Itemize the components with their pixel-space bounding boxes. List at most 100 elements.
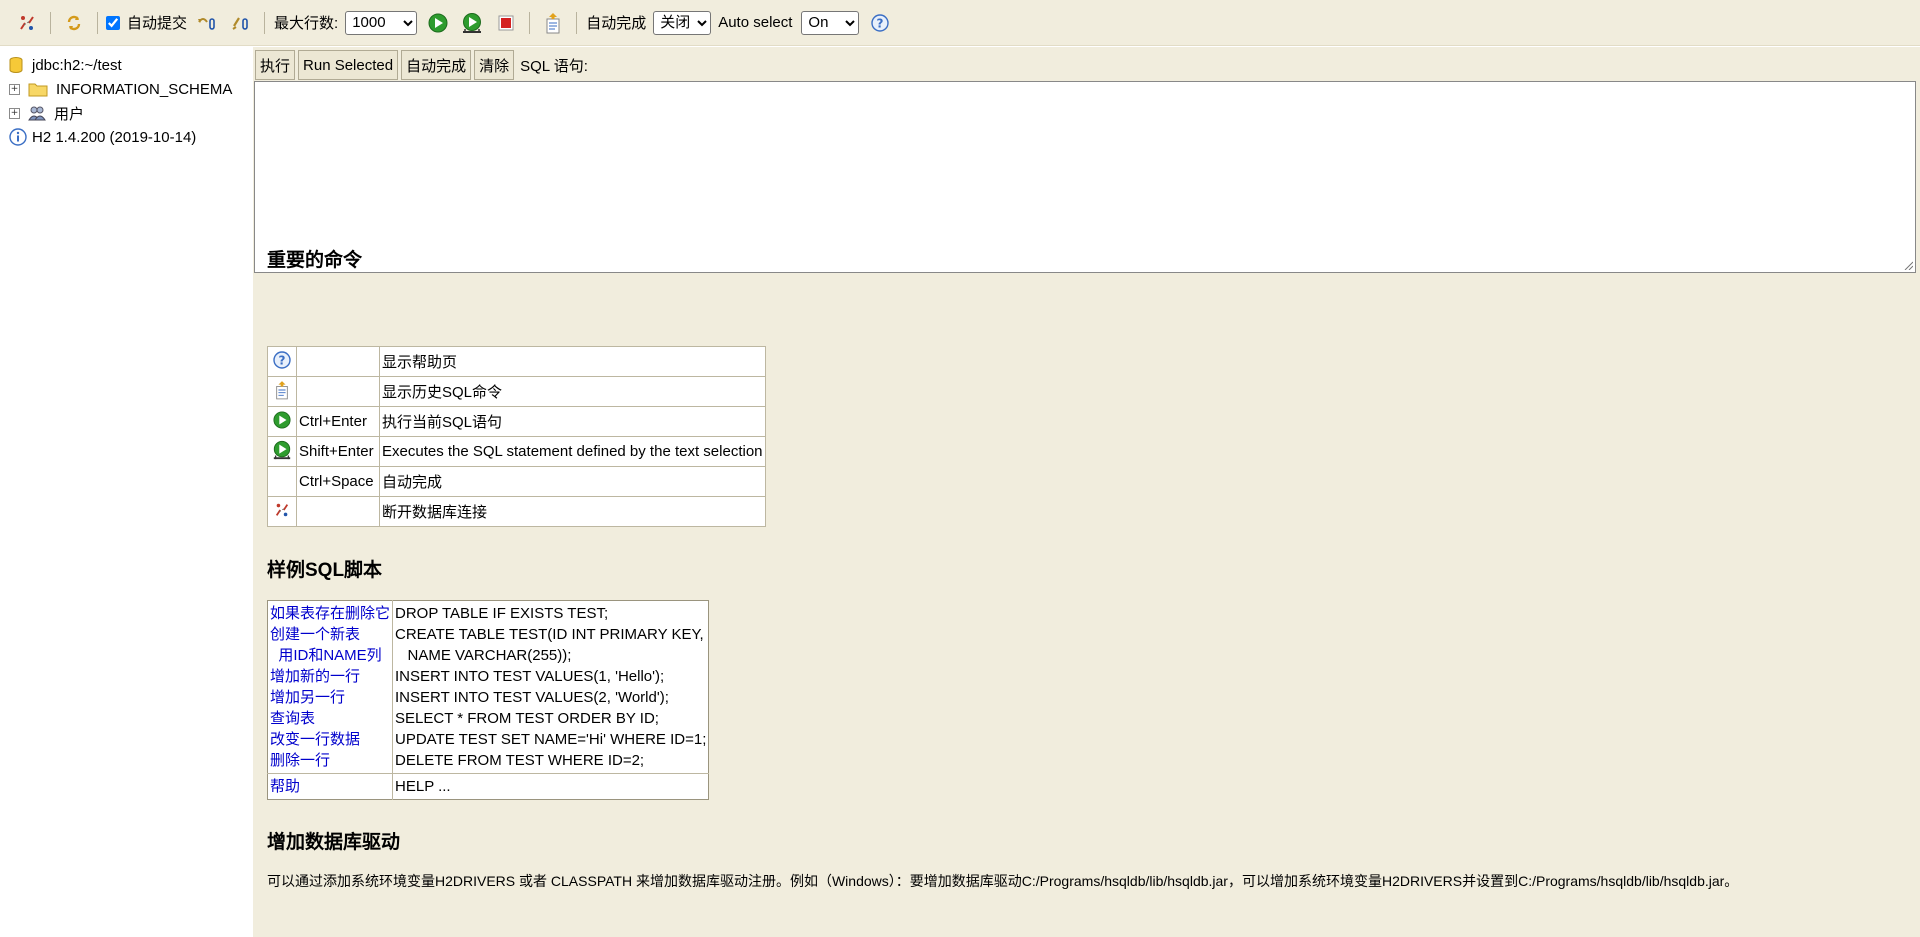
autocommit-checkbox[interactable] [106, 15, 120, 30]
table-row: Shift+Enter Executes the SQL statement d… [267, 436, 766, 467]
sample-link[interactable]: 增加另一行 [270, 687, 390, 708]
autocomplete-button[interactable]: 自动完成 [401, 50, 472, 80]
drivers-text: 可以通过添加系统环境变量H2DRIVERS 或者 CLASSPATH 来增加数据… [267, 873, 1739, 889]
tree-item-users[interactable]: + 用户 [9, 102, 84, 124]
sql-label: SQL 语句: [520, 57, 588, 75]
tree-item-version: H2 1.4.200 (2019-10-14) [9, 126, 196, 148]
main-panel: 执行 Run Selected 自动完成 清除 SQL 语句: 重要的命令 ? … [253, 47, 1920, 937]
history-icon[interactable] [274, 380, 290, 400]
tree-item-schema[interactable]: + INFORMATION_SCHEMA [9, 78, 232, 100]
autoselect-label: Auto select [718, 14, 793, 31]
sample-link[interactable]: 用ID和NAME列 [270, 645, 390, 666]
users-label: 用户 [54, 105, 85, 123]
sample-link[interactable]: 创建一个新表 [270, 624, 390, 645]
cmd-key [296, 496, 380, 527]
sample-link[interactable]: 如果表存在删除它 [270, 603, 390, 624]
sample-link[interactable]: 删除一行 [270, 750, 390, 771]
table-row: 帮助 HELP ... [267, 773, 709, 800]
help-sql: HELP ... [395, 778, 451, 795]
help-label-cell: 帮助 [267, 773, 394, 800]
cmd-icon-cell [267, 376, 297, 407]
toolbar-separator [264, 11, 266, 34]
toolbar-separator [576, 11, 578, 34]
run-icon[interactable] [427, 12, 449, 34]
history-icon[interactable] [542, 12, 564, 34]
table-row: 断开数据库连接 [267, 496, 766, 527]
refresh-icon[interactable] [63, 12, 85, 34]
run-selected-button[interactable]: Run Selected [298, 50, 399, 80]
expand-icon[interactable]: + [9, 107, 20, 119]
expand-icon[interactable]: + [9, 83, 20, 95]
max-rows-label: 最大行数: [274, 15, 339, 32]
important-commands-table: ? 显示帮助页 显示历史SQL命令 Ctrl+Enter 执行当前SQL语句 S… [267, 346, 766, 527]
tree-item-connection[interactable]: jdbc:h2:~/test [9, 54, 122, 76]
sample-sql-line: DELETE FROM TEST WHERE ID=2; [395, 752, 645, 769]
cmd-key: Ctrl+Enter [296, 406, 380, 437]
help-sql-cell: HELP ... [392, 773, 709, 800]
table-row: ? 显示帮助页 [267, 346, 766, 377]
cmd-key [296, 376, 380, 407]
cmd-icon-cell: ? [267, 346, 297, 377]
run-icon[interactable] [273, 410, 291, 429]
sample-sql-line: NAME VARCHAR(255)); [395, 647, 572, 664]
commit-icon[interactable] [230, 12, 252, 34]
cmd-key: Ctrl+Space [296, 466, 380, 497]
table-row: 显示历史SQL命令 [267, 376, 766, 407]
cmd-desc: Executes the SQL statement defined by th… [379, 436, 766, 467]
svg-text:?: ? [279, 353, 286, 367]
database-icon [9, 56, 23, 74]
sample-sql-line: INSERT INTO TEST VALUES(1, 'Hello'); [395, 668, 665, 685]
max-rows-select[interactable]: 1000 [345, 10, 418, 35]
sample-sql-line: UPDATE TEST SET NAME='Hi' WHERE ID=1; [395, 731, 707, 748]
sample-sql-line: CREATE TABLE TEST(ID INT PRIMARY KEY, [395, 626, 704, 643]
toolbar-separator [97, 11, 98, 34]
sample-link[interactable]: 改变一行数据 [270, 729, 390, 750]
cmd-desc: 自动完成 [379, 466, 766, 497]
autocomplete-label: 自动完成 [586, 15, 647, 32]
toolbar-separator [50, 11, 51, 34]
drivers-title: 增加数据库驱动 [267, 832, 401, 853]
sample-sql-line: SELECT * FROM TEST ORDER BY ID; [395, 710, 659, 727]
resize-grip-icon[interactable] [1903, 260, 1913, 270]
sql-input[interactable] [254, 81, 1916, 273]
sample-link[interactable]: 查询表 [270, 708, 390, 729]
help-icon[interactable]: ? [869, 12, 891, 34]
run-selected-icon[interactable] [461, 12, 483, 34]
help-icon[interactable]: ? [273, 350, 291, 369]
disconnect-icon[interactable] [16, 12, 38, 34]
sample-sql-title: 样例SQL脚本 [267, 560, 383, 581]
info-icon [9, 128, 27, 146]
table-row: 如果表存在删除它 创建一个新表 用ID和NAME列 增加新的一行 增加另一行 查… [267, 600, 709, 774]
cmd-key [296, 346, 380, 377]
autoselect-select[interactable]: On [801, 10, 860, 35]
cmd-icon-cell [267, 466, 297, 497]
sample-link[interactable]: 增加新的一行 [270, 666, 390, 687]
sample-sql-line: INSERT INTO TEST VALUES(2, 'World'); [395, 689, 669, 706]
clear-button[interactable]: 清除 [474, 50, 515, 80]
autocommit-label: 自动提交 [127, 15, 188, 32]
cmd-icon-cell [267, 436, 297, 467]
autocommit-toggle[interactable]: 自动提交 [104, 12, 190, 33]
cmd-icon-cell [267, 406, 297, 437]
help-link[interactable]: 帮助 [270, 776, 390, 797]
run-selected-icon[interactable] [272, 440, 292, 460]
cmd-desc: 显示历史SQL命令 [379, 376, 766, 407]
sample-sql-table: 如果表存在删除它 创建一个新表 用ID和NAME列 增加新的一行 增加另一行 查… [267, 600, 710, 800]
sample-sql-cell: DROP TABLE IF EXISTS TEST; CREATE TABLE … [392, 600, 709, 774]
toolbar-separator [529, 11, 531, 34]
connection-label: jdbc:h2:~/test [32, 56, 122, 74]
svg-text:?: ? [877, 16, 884, 30]
execute-button[interactable]: 执行 [255, 50, 296, 80]
cmd-icon-cell [267, 496, 297, 527]
rollback-icon[interactable] [196, 12, 218, 34]
table-row: Ctrl+Enter 执行当前SQL语句 [267, 406, 766, 437]
sample-labels-cell: 如果表存在删除它 创建一个新表 用ID和NAME列 增加新的一行 增加另一行 查… [267, 600, 394, 774]
users-icon [28, 104, 46, 122]
table-row: Ctrl+Space 自动完成 [267, 466, 766, 497]
schema-label: INFORMATION_SCHEMA [56, 80, 233, 98]
editor-buttons: 执行 Run Selected 自动完成 清除 SQL 语句: [255, 50, 588, 80]
disconnect-icon[interactable] [274, 502, 290, 518]
stop-icon[interactable] [495, 12, 517, 34]
cmd-key: Shift+Enter [296, 436, 380, 467]
autocomplete-select[interactable]: 关闭 [653, 10, 712, 35]
